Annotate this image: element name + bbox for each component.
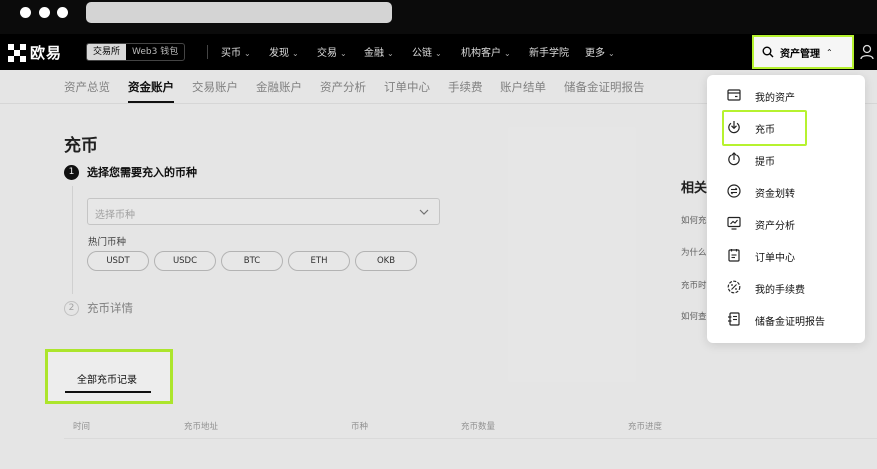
mode-exchange-tab[interactable]: 交易所 <box>87 44 127 60</box>
top-nav: 欧易 交易所 Web3 钱包 买币 ⌄ 发现 ⌄ 交易 ⌄ 金融 ⌄ 公链 ⌄ 机构客户 ⌄… <box>0 34 877 70</box>
subnav-funding-account[interactable]: 资金账户 <box>128 79 174 95</box>
mode-switch: 交易所 Web3 钱包 <box>86 43 186 61</box>
table-header-address: 充币地址 <box>184 422 219 432</box>
chevron-up-icon: ⌃ <box>826 47 833 57</box>
subnav-overview[interactable]: 资产总览 <box>64 79 110 95</box>
hot-coin-usdt[interactable]: USDT <box>87 251 149 271</box>
window-close-dot[interactable] <box>20 7 31 18</box>
menu-item-withdraw[interactable]: 提币 <box>707 146 865 172</box>
subnav-trading-account[interactable]: 交易账户 <box>192 79 238 95</box>
subnav-asset-analysis[interactable]: 资产分析 <box>320 79 366 95</box>
nav-item-institutional[interactable]: 机构客户 ⌄ <box>461 44 511 59</box>
subnav-order-center[interactable]: 订单中心 <box>384 79 430 95</box>
address-bar[interactable] <box>86 2 392 23</box>
order-icon <box>728 249 740 262</box>
table-header-amount: 充币数量 <box>461 422 496 432</box>
chevron-down-icon: ⌄ <box>435 49 442 58</box>
chevron-down-icon <box>419 209 429 215</box>
hot-coin-btc[interactable]: BTC <box>221 251 283 271</box>
faq-link[interactable]: 如何查 <box>681 310 707 322</box>
chevron-down-icon: ⌄ <box>387 49 394 58</box>
coin-select[interactable]: 选择币种 <box>87 198 440 225</box>
analysis-icon <box>727 216 741 230</box>
faq-link[interactable]: 充币时 <box>681 279 707 291</box>
faq-link[interactable]: 为什么 <box>681 246 707 258</box>
chevron-down-icon: ⌄ <box>340 49 347 58</box>
records-tab-underline <box>65 391 151 393</box>
step-number: 1 <box>64 164 79 180</box>
search-icon[interactable] <box>762 46 774 58</box>
nav-item-trade[interactable]: 交易 ⌄ <box>317 44 347 59</box>
nav-item-discover[interactable]: 发现 ⌄ <box>269 44 299 59</box>
subnav-fees[interactable]: 手续费 <box>448 79 483 95</box>
page-title: 充币 <box>64 136 98 156</box>
menu-item-deposit[interactable]: 充币 <box>707 114 865 140</box>
step-select-coin: 1 选择您需要充入的币种 <box>64 164 197 180</box>
chevron-down-icon: ⌄ <box>292 49 299 58</box>
nav-divider <box>207 45 208 59</box>
wallet-icon <box>727 89 741 101</box>
table-header-progress: 充币进度 <box>628 422 663 432</box>
asset-management-button[interactable]: 资产管理 ⌃ <box>752 35 854 69</box>
brand-logo[interactable]: 欧易 <box>8 42 62 63</box>
chevron-down-icon: ⌄ <box>504 49 511 58</box>
transfer-icon <box>727 184 741 198</box>
active-tab-indicator <box>128 101 174 103</box>
step-label: 充币详情 <box>87 301 133 315</box>
user-icon[interactable] <box>860 44 874 60</box>
browser-chrome <box>0 0 877 34</box>
okx-logo-icon <box>8 43 26 62</box>
asset-management-label: 资产管理 <box>780 48 820 60</box>
subnav-statements[interactable]: 账户结单 <box>500 79 546 95</box>
asset-management-dropdown: 我的资产 充币 提币 资金划转 资产分析 订单中心 我的手续费 储备金证明报告 <box>707 75 865 343</box>
hot-coins-label: 热门币种 <box>88 237 127 248</box>
all-deposit-records-tab[interactable]: 全部充币记录 <box>45 349 173 404</box>
report-icon <box>728 312 740 326</box>
step-number: 2 <box>64 300 79 316</box>
chevron-down-icon: ⌄ <box>608 49 615 58</box>
window-maximize-dot[interactable] <box>57 7 68 18</box>
nav-item-finance[interactable]: 金融 ⌄ <box>364 44 394 59</box>
hot-coin-eth[interactable]: ETH <box>288 251 350 271</box>
fee-icon <box>727 280 741 294</box>
records-tab-label: 全部充币记录 <box>77 375 137 386</box>
table-divider <box>64 438 877 439</box>
related-title: 相关 <box>681 181 708 196</box>
chevron-down-icon: ⌄ <box>244 49 251 58</box>
menu-item-asset-analysis[interactable]: 资产分析 <box>707 210 865 236</box>
menu-item-order-center[interactable]: 订单中心 <box>707 242 865 268</box>
nav-item-academy[interactable]: 新手学院 <box>529 44 569 59</box>
step-connector <box>72 186 73 294</box>
table-header-time: 时间 <box>73 422 91 432</box>
table-header-coin: 币种 <box>351 422 369 432</box>
menu-item-my-assets[interactable]: 我的资产 <box>707 82 865 108</box>
nav-item-chain[interactable]: 公链 ⌄ <box>412 44 442 59</box>
mode-web3-tab[interactable]: Web3 钱包 <box>126 44 184 60</box>
nav-item-buy[interactable]: 买币 ⌄ <box>221 44 251 59</box>
withdraw-icon <box>728 152 740 166</box>
step-deposit-details: 2 充币详情 <box>64 300 133 316</box>
coin-select-placeholder: 选择币种 <box>95 210 135 221</box>
subnav-proof-of-reserves[interactable]: 储备金证明报告 <box>564 79 645 95</box>
menu-item-transfer[interactable]: 资金划转 <box>707 178 865 204</box>
menu-item-proof-of-reserves[interactable]: 储备金证明报告 <box>707 306 865 332</box>
subnav-finance-account[interactable]: 金融账户 <box>256 79 302 95</box>
faq-link[interactable]: 如何充 <box>681 214 707 226</box>
menu-item-my-fees[interactable]: 我的手续费 <box>707 274 865 300</box>
window-minimize-dot[interactable] <box>39 7 50 18</box>
step-label: 选择您需要充入的币种 <box>87 166 197 179</box>
deposit-icon <box>728 121 740 134</box>
hot-coin-okb[interactable]: OKB <box>355 251 417 271</box>
hot-coin-usdc[interactable]: USDC <box>154 251 216 271</box>
brand-name: 欧易 <box>30 44 63 62</box>
nav-item-more[interactable]: 更多 ⌄ <box>585 44 615 59</box>
